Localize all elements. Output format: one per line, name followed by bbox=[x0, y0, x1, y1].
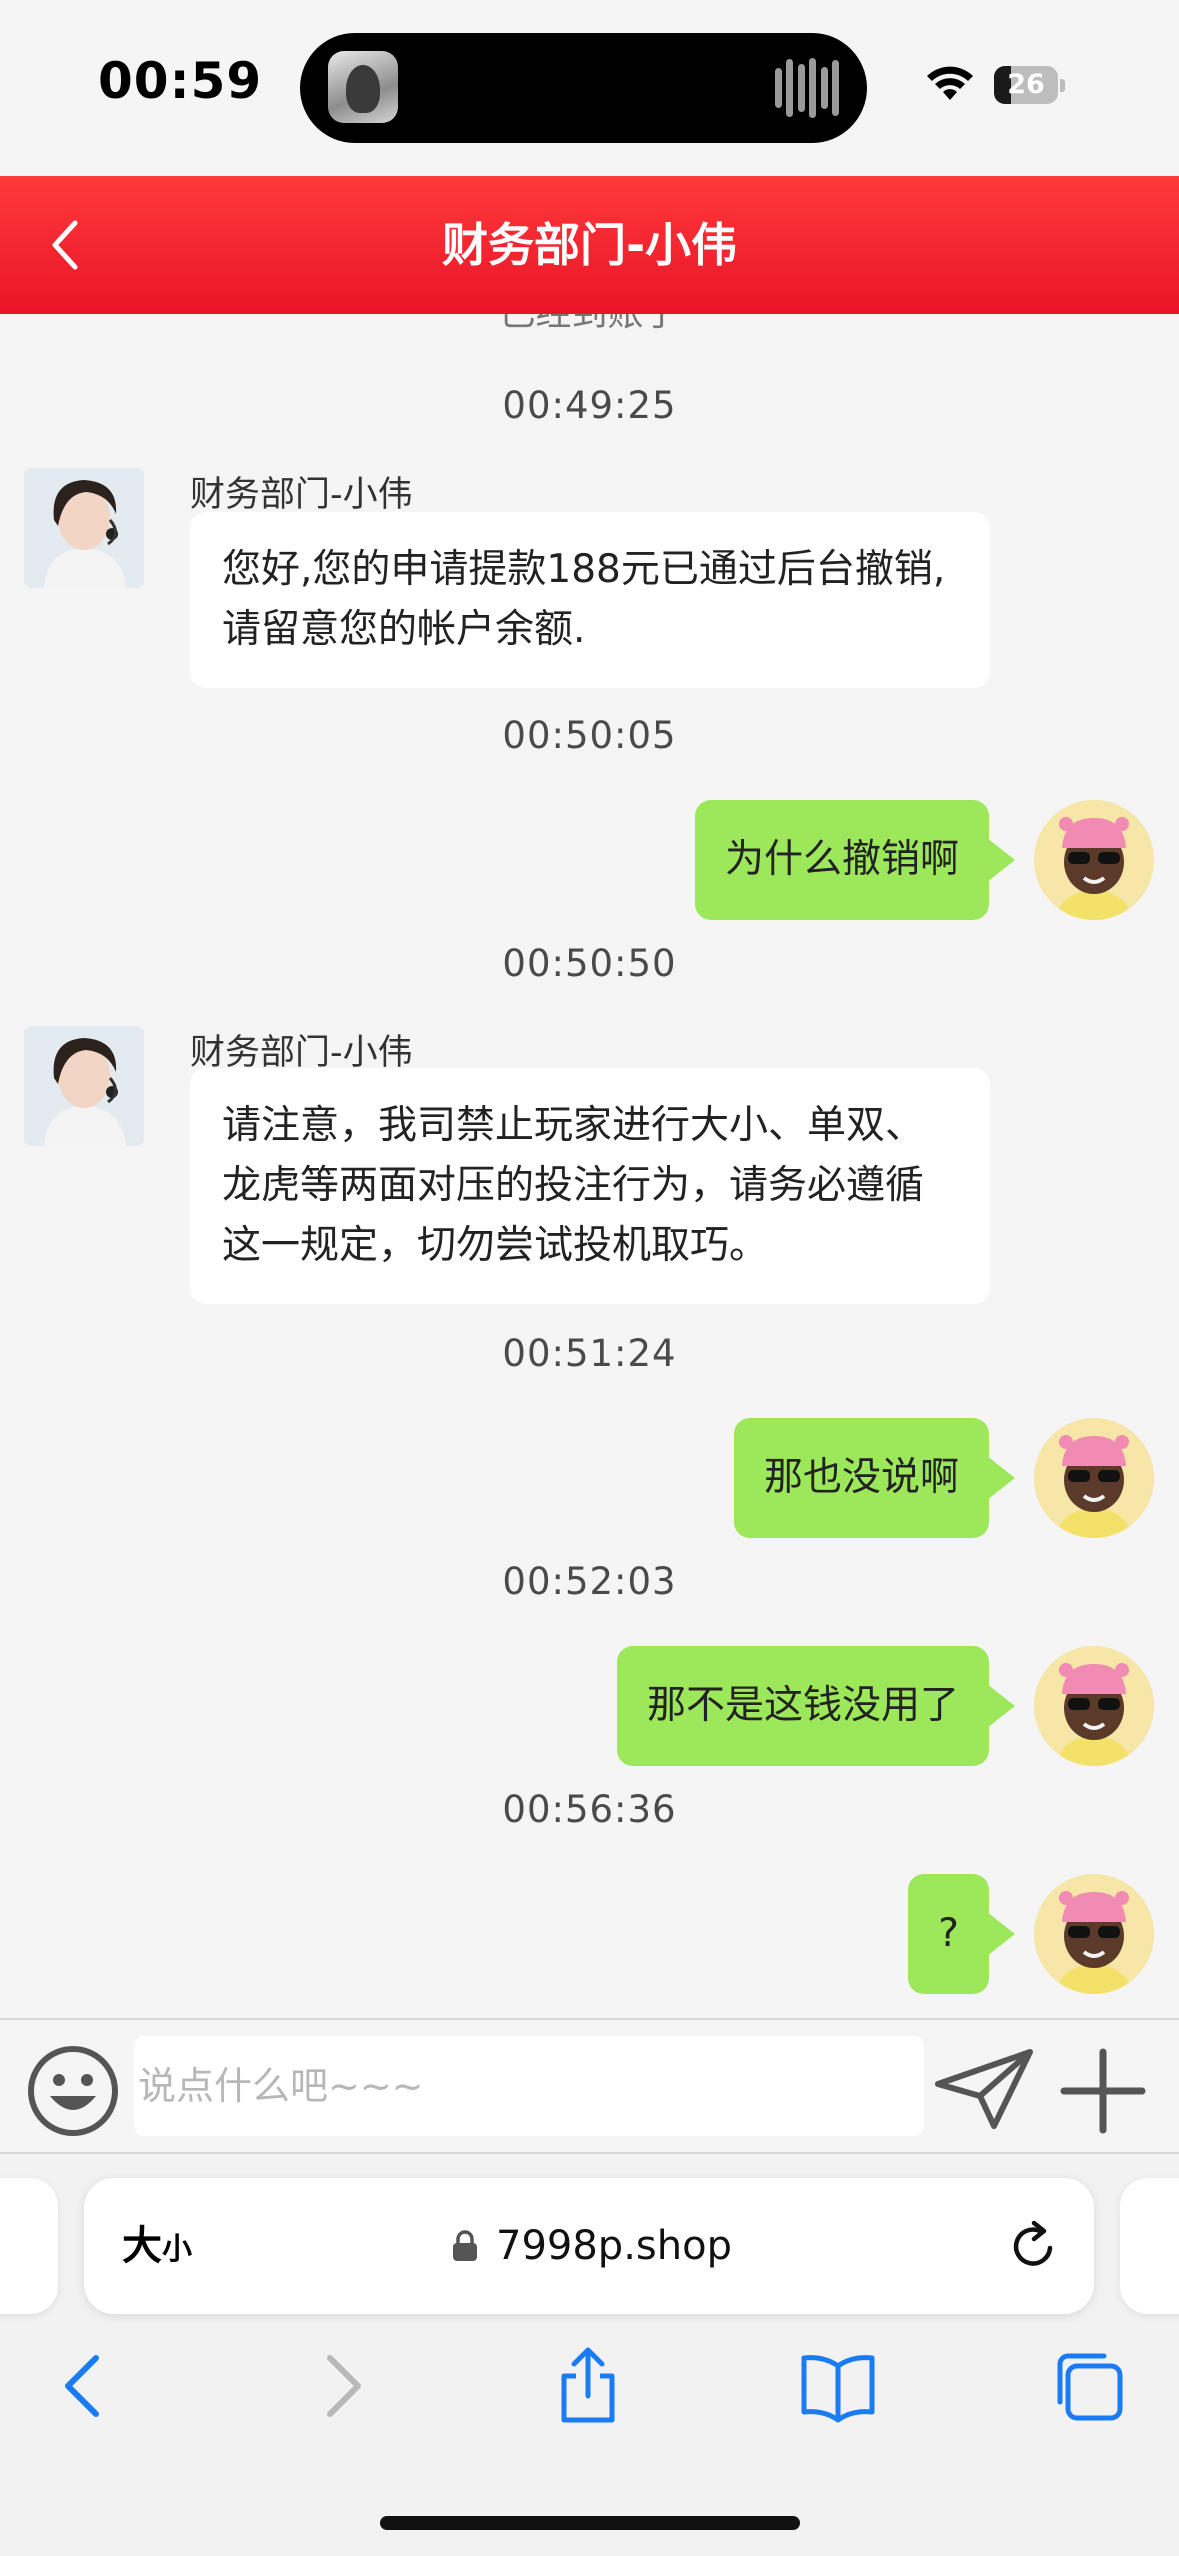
timestamp: 00:56:36 bbox=[502, 1788, 677, 1831]
book-icon[interactable] bbox=[798, 2346, 878, 2426]
wifi-icon bbox=[927, 66, 973, 100]
user-avatar-image bbox=[1034, 1874, 1154, 1994]
address-bar[interactable]: 大小 7998p.shop bbox=[84, 2178, 1094, 2314]
browser-toolbar: 大小 7998p.shop bbox=[0, 2154, 1179, 2556]
timestamp: 00:52:03 bbox=[502, 1560, 677, 1603]
reload-icon[interactable] bbox=[1006, 2218, 1062, 2274]
user-avatar-image bbox=[1034, 1646, 1154, 1766]
message-list[interactable]: 已经到账了 00:49:25 财务部门-小伟 您好,您的申请提款188元已通过后… bbox=[0, 314, 1179, 2018]
outgoing-message[interactable]: 为什么撤销啊 bbox=[694, 800, 1016, 920]
audio-waveform-icon bbox=[775, 57, 839, 119]
agent-avatar[interactable] bbox=[24, 468, 144, 588]
page-title: 财务部门-小伟 bbox=[441, 218, 738, 272]
agent-photo bbox=[24, 1026, 144, 1146]
home-indicator[interactable] bbox=[380, 2516, 800, 2530]
agent-avatar[interactable] bbox=[24, 1026, 144, 1146]
user-avatar-image bbox=[1034, 1418, 1154, 1538]
timestamp: 00:51:24 bbox=[502, 1332, 677, 1375]
message-composer bbox=[0, 2018, 1179, 2154]
outgoing-message[interactable]: 那不是这钱没用了 bbox=[616, 1646, 1016, 1766]
chevron-left-icon[interactable] bbox=[46, 2346, 126, 2426]
user-avatar[interactable] bbox=[1034, 1646, 1154, 1766]
battery-level: 26 bbox=[1007, 69, 1045, 100]
incoming-message[interactable]: 您好,您的申请提款188元已通过后台撤销,请留意您的帐户余额. bbox=[190, 512, 990, 688]
user-avatar[interactable] bbox=[1034, 1418, 1154, 1538]
timestamp: 00:50:50 bbox=[502, 942, 677, 985]
outgoing-message[interactable]: 那也没说啊 bbox=[733, 1418, 1016, 1538]
status-bar: 00:59 26 bbox=[0, 0, 1179, 176]
agent-photo bbox=[24, 468, 144, 588]
lock-icon bbox=[453, 2230, 477, 2261]
dynamic-island[interactable] bbox=[300, 33, 867, 143]
chevron-right-icon[interactable] bbox=[300, 2346, 380, 2426]
message-input[interactable] bbox=[134, 2036, 924, 2136]
user-avatar-image bbox=[1034, 800, 1154, 920]
aa-large: 大 bbox=[122, 2223, 162, 2269]
timestamp: 00:50:05 bbox=[502, 714, 677, 757]
chat-header: 财务部门-小伟 bbox=[0, 176, 1179, 314]
previous-tab-preview[interactable] bbox=[0, 2178, 58, 2314]
tabs-icon[interactable] bbox=[1048, 2346, 1128, 2426]
battery-icon: 26 bbox=[994, 66, 1065, 104]
sender-name: 财务部门-小伟 bbox=[190, 475, 413, 515]
paper-plane-icon[interactable] bbox=[932, 2044, 1036, 2134]
status-time: 00:59 bbox=[98, 52, 263, 110]
outgoing-message[interactable]: ? bbox=[908, 1874, 1015, 1994]
timestamp: 00:49:25 bbox=[502, 384, 677, 427]
next-tab-preview[interactable] bbox=[1120, 2178, 1179, 2314]
aa-small: 小 bbox=[162, 2232, 192, 2267]
incoming-message[interactable]: 请注意，我司禁止玩家进行大小、单双、龙虎等两面对压的投注行为，请务必遵循这一规定… bbox=[190, 1068, 990, 1304]
user-avatar[interactable] bbox=[1034, 1874, 1154, 1994]
url-text[interactable]: 7998p.shop bbox=[496, 2178, 732, 2314]
cutoff-message: 已经到账了 bbox=[0, 314, 1179, 336]
plus-icon[interactable] bbox=[1058, 2046, 1148, 2136]
smiley-icon[interactable] bbox=[26, 2044, 120, 2138]
share-icon[interactable] bbox=[548, 2346, 628, 2426]
user-avatar[interactable] bbox=[1034, 800, 1154, 920]
reader-settings-button[interactable]: 大小 bbox=[122, 2178, 192, 2314]
now-playing-artwork bbox=[328, 51, 398, 123]
